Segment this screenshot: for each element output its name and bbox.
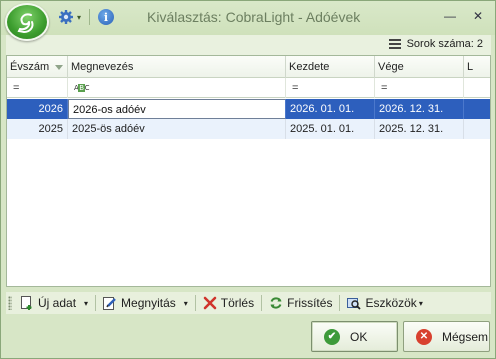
cell-evszam[interactable]: 2025	[7, 119, 68, 139]
tools-label: Eszközök	[365, 296, 417, 310]
column-header-l[interactable]: L	[464, 56, 490, 78]
column-header-label: L	[467, 61, 474, 73]
refresh-label: Frissítés	[287, 296, 333, 310]
column-header-vege[interactable]: Vége	[375, 56, 464, 78]
filter-cell-evszam[interactable]: =	[7, 78, 68, 98]
cell-vege[interactable]: 2026. 12. 31.	[375, 99, 464, 119]
filter-cell-vege[interactable]: =	[375, 78, 464, 98]
filter-cell-kezdete[interactable]: =	[286, 78, 375, 98]
cancel-button[interactable]: ✕ Mégsem	[403, 321, 490, 352]
window-title: Kiválasztás: CobraLight - Adóévek	[147, 9, 361, 25]
grid-toolbar: Új adat ▾ Megnyitás ▾ Törlés Frissítés E…	[6, 292, 491, 314]
column-header-label: Évszám	[10, 61, 50, 73]
new-data-button[interactable]: Új adat ▾	[16, 293, 92, 313]
grid-header: Évszám Megnevezés Kezdete Vége L	[7, 56, 490, 78]
quick-access-toolbar: ▾ i	[56, 7, 115, 27]
cancel-icon: ✕	[416, 328, 432, 345]
sort-descending-icon	[55, 64, 64, 70]
tools-button[interactable]: Eszközök ▾	[343, 293, 426, 313]
filter-cell-megnevezes[interactable]: ABC	[68, 78, 286, 98]
gear-icon[interactable]	[56, 7, 76, 27]
new-document-icon	[20, 296, 34, 310]
delete-label: Törlés	[220, 296, 255, 310]
data-grid[interactable]: Évszám Megnevezés Kezdete Vége L = ABC =…	[6, 55, 491, 287]
dialog-window: ▾ i Kiválasztás: CobraLight - Adóévek — …	[0, 0, 496, 359]
toolbar-grip[interactable]	[8, 296, 12, 310]
cell-evszam[interactable]: 2026	[7, 99, 68, 119]
column-header-evszam[interactable]: Évszám	[7, 56, 68, 78]
filter-operator: =	[292, 82, 299, 94]
open-label: Megnyitás	[121, 296, 176, 310]
cell-megnevezes-editor[interactable]: 2026-os adóév	[68, 99, 286, 119]
refresh-button[interactable]: Frissítés	[265, 293, 336, 313]
title-bar[interactable]: ▾ i Kiválasztás: CobraLight - Adóévek — …	[1, 1, 495, 41]
ok-label: OK	[350, 329, 368, 344]
tools-icon	[347, 296, 362, 310]
toolbar-separator	[89, 9, 91, 25]
text-filter-icon: ABC	[74, 84, 90, 92]
filter-row: = ABC = =	[7, 78, 490, 98]
table-row[interactable]: 2025 2025-ös adóév 2025. 01. 01. 2025. 1…	[7, 119, 490, 139]
row-count-icon	[388, 39, 401, 49]
column-header-label: Vége	[378, 61, 404, 73]
new-data-label: Új adat	[38, 296, 77, 310]
column-header-kezdete[interactable]: Kezdete	[286, 56, 375, 78]
chevron-down-icon[interactable]: ▾	[184, 299, 188, 308]
row-count-label: Sorok száma: 2	[406, 38, 483, 50]
filter-operator: =	[381, 82, 388, 94]
delete-button[interactable]: Törlés	[199, 293, 258, 313]
chevron-down-icon[interactable]: ▾	[84, 299, 88, 308]
close-button[interactable]: ✕	[467, 7, 489, 25]
minimize-button[interactable]: —	[439, 7, 461, 25]
cell-megnevezes[interactable]: 2025-ös adóév	[68, 119, 286, 139]
refresh-icon	[269, 296, 283, 310]
open-button[interactable]: Megnyitás ▾	[99, 293, 192, 313]
ok-button[interactable]: ✔ OK	[311, 321, 398, 352]
row-count: Sorok száma: 2	[388, 38, 483, 50]
cell-l[interactable]	[464, 119, 490, 139]
toolbar-separator	[339, 295, 341, 311]
cell-vege[interactable]: 2025. 12. 31.	[375, 119, 464, 139]
toolbar-separator	[95, 295, 97, 311]
column-header-megnevezes[interactable]: Megnevezés	[68, 56, 286, 78]
text-filter-icon-letter: C	[84, 84, 90, 92]
check-icon: ✔	[324, 328, 340, 345]
cell-l[interactable]	[464, 99, 490, 119]
filter-cell-l[interactable]	[464, 78, 490, 98]
chevron-down-icon[interactable]: ▾	[419, 299, 423, 308]
cancel-label: Mégsem	[442, 329, 489, 344]
window-controls: — ✕	[439, 7, 489, 25]
info-icon[interactable]: i	[98, 9, 115, 25]
cell-kezdete[interactable]: 2026. 01. 01.	[286, 99, 375, 119]
table-row[interactable]: 2026 2026-os adóév 2026. 01. 01. 2026. 1…	[7, 99, 490, 119]
settings-dropdown-icon[interactable]: ▾	[77, 13, 81, 22]
status-strip: Sorok száma: 2	[6, 35, 491, 55]
delete-x-icon	[203, 296, 217, 310]
column-header-label: Megnevezés	[71, 61, 134, 73]
toolbar-separator	[261, 295, 263, 311]
column-header-label: Kezdete	[289, 61, 330, 73]
edit-document-icon	[103, 296, 117, 310]
toolbar-separator	[194, 295, 196, 311]
cell-kezdete[interactable]: 2025. 01. 01.	[286, 119, 375, 139]
app-orb-icon[interactable]	[5, 3, 49, 41]
filter-operator: =	[13, 82, 20, 94]
